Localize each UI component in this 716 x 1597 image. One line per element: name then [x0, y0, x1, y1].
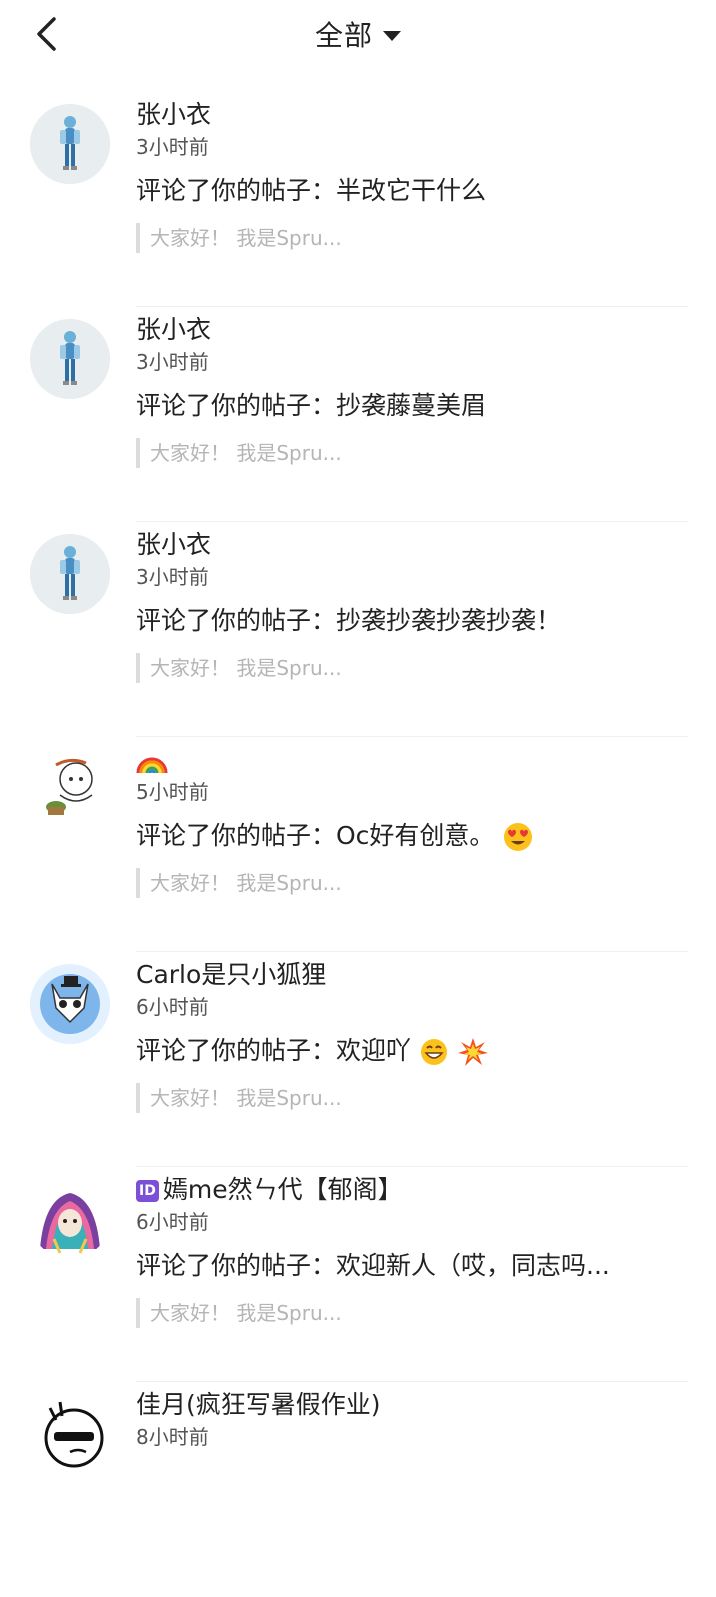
grin-emoji-icon: [420, 1039, 447, 1065]
avatar[interactable]: [30, 964, 110, 1044]
timestamp: 8小时前: [136, 1425, 209, 1449]
comment-body: 评论了你的帖子：欢迎吖: [136, 1036, 412, 1065]
avatar-sketch-face-icon: [30, 1394, 110, 1474]
notification-content: 5小时前 评论了你的帖子：Oc好有创意。 大家好！ 我是Spru...: [136, 743, 688, 898]
notification-content: 张小衣 3小时前 评论了你的帖子：抄袭抄袭抄袭抄袭！ 大家好！ 我是Spru..…: [136, 528, 688, 683]
page-title: 全部: [314, 19, 373, 52]
comment-text[interactable]: 评论了你的帖子：Oc好有创意。: [136, 818, 688, 854]
notification-list: 张小衣 3小时前 评论了你的帖子：半改它干什么 大家好！ 我是Spru... 张…: [0, 92, 716, 1597]
username[interactable]: Carlo是只小狐狸: [136, 958, 688, 992]
avatar-colorful-hair-icon: [30, 1179, 110, 1259]
top-bar: 全部: [0, 0, 716, 72]
avatar-character-icon: [30, 104, 110, 184]
comment-text[interactable]: 评论了你的帖子：抄袭藤蔓美眉: [136, 388, 688, 424]
post-quote[interactable]: 大家好！ 我是Spru...: [136, 223, 688, 253]
timestamp: 3小时前: [136, 135, 209, 159]
timestamp: 3小时前: [136, 565, 209, 589]
username[interactable]: 张小衣: [136, 313, 688, 347]
timestamp: 6小时前: [136, 1210, 209, 1234]
post-quote[interactable]: 大家好！ 我是Spru...: [136, 653, 688, 683]
notification-item[interactable]: ID 嫣me然ㄣ代【郁阁】 6小时前 评论了你的帖子：欢迎新人（哎，同志吗... …: [0, 1167, 716, 1382]
notification-item[interactable]: 张小衣 3小时前 评论了你的帖子：抄袭抄袭抄袭抄袭！ 大家好！ 我是Spru..…: [0, 522, 716, 737]
avatar[interactable]: [30, 534, 110, 614]
timestamp: 5小时前: [136, 780, 209, 804]
comment-text[interactable]: 评论了你的帖子：抄袭抄袭抄袭抄袭！: [136, 603, 688, 639]
notification-item[interactable]: Carlo是只小狐狸 6小时前 评论了你的帖子：欢迎吖 大家好！ 我是Spru.…: [0, 952, 716, 1167]
post-quote[interactable]: 大家好！ 我是Spru...: [136, 868, 688, 898]
heart-eyes-emoji-icon: [504, 823, 533, 851]
avatar[interactable]: [30, 319, 110, 399]
avatar-fox-icon: [30, 964, 110, 1044]
notification-item[interactable]: 佳月(疯狂写暑假作业) 8小时前: [0, 1382, 716, 1597]
id-badge-icon: ID: [136, 1180, 159, 1202]
comment-text[interactable]: 评论了你的帖子：半改它干什么: [136, 173, 688, 209]
username[interactable]: ID 嫣me然ㄣ代【郁阁】: [136, 1173, 688, 1207]
avatar[interactable]: [30, 749, 110, 829]
notification-item[interactable]: 5小时前 评论了你的帖子：Oc好有创意。 大家好！ 我是Spru...: [0, 737, 716, 952]
avatar-character-icon: [30, 319, 110, 399]
avatar[interactable]: [30, 1394, 110, 1474]
post-quote[interactable]: 大家好！ 我是Spru...: [136, 1083, 688, 1113]
timestamp: 3小时前: [136, 350, 209, 374]
username[interactable]: [136, 743, 688, 777]
notification-item[interactable]: 张小衣 3小时前 评论了你的帖子：半改它干什么 大家好！ 我是Spru...: [0, 92, 716, 307]
avatar[interactable]: [30, 104, 110, 184]
notification-content: ID 嫣me然ㄣ代【郁阁】 6小时前 评论了你的帖子：欢迎新人（哎，同志吗... …: [136, 1173, 688, 1328]
caret-down-icon: [383, 30, 401, 41]
rainbow-icon: [136, 757, 168, 774]
avatar-sketch-icon: [30, 749, 110, 829]
collision-emoji-icon: [457, 1038, 488, 1066]
filter-dropdown[interactable]: 全部: [0, 14, 716, 54]
username[interactable]: 张小衣: [136, 528, 688, 562]
avatar[interactable]: [30, 1179, 110, 1259]
username-text: 嫣me然ㄣ代【郁阁】: [162, 1175, 403, 1204]
username[interactable]: 张小衣: [136, 98, 688, 132]
comment-body: 评论了你的帖子：Oc好有创意。: [136, 821, 495, 850]
avatar-character-icon: [30, 534, 110, 614]
username[interactable]: 佳月(疯狂写暑假作业): [136, 1388, 688, 1422]
comment-text[interactable]: 评论了你的帖子：欢迎新人（哎，同志吗...: [136, 1248, 688, 1284]
notification-content: 张小衣 3小时前 评论了你的帖子：抄袭藤蔓美眉 大家好！ 我是Spru...: [136, 313, 688, 468]
notification-content: 佳月(疯狂写暑假作业) 8小时前: [136, 1388, 688, 1451]
timestamp: 6小时前: [136, 995, 209, 1019]
comment-text[interactable]: 评论了你的帖子：欢迎吖: [136, 1033, 688, 1069]
post-quote[interactable]: 大家好！ 我是Spru...: [136, 1298, 688, 1328]
notification-content: Carlo是只小狐狸 6小时前 评论了你的帖子：欢迎吖 大家好！ 我是Spru.…: [136, 958, 688, 1113]
notification-item[interactable]: 张小衣 3小时前 评论了你的帖子：抄袭藤蔓美眉 大家好！ 我是Spru...: [0, 307, 716, 522]
notification-content: 张小衣 3小时前 评论了你的帖子：半改它干什么 大家好！ 我是Spru...: [136, 98, 688, 253]
post-quote[interactable]: 大家好！ 我是Spru...: [136, 438, 688, 468]
